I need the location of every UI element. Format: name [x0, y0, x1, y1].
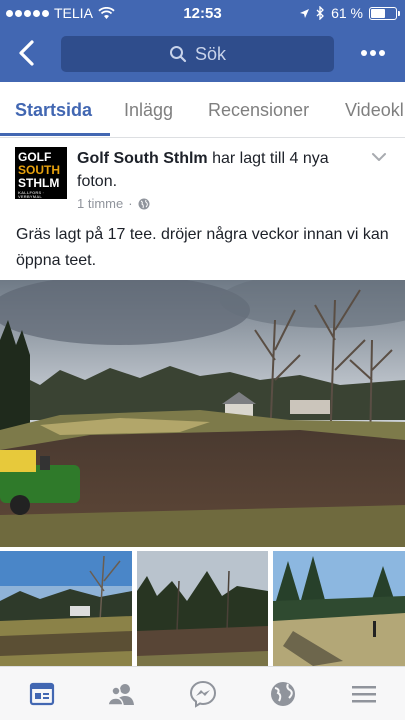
- hamburger-menu-icon: [352, 686, 376, 703]
- nav-menu[interactable]: [349, 679, 379, 709]
- back-arrow-icon: [19, 40, 34, 66]
- post-photo-thumb-2[interactable]: [137, 551, 268, 666]
- bluetooth-icon: [316, 6, 324, 20]
- logo-line-3: STHLM: [18, 176, 60, 190]
- status-right: 61 %: [299, 5, 400, 21]
- location-arrow-icon: [300, 8, 310, 18]
- bottom-tab-bar: [0, 666, 405, 720]
- post-text: Gräs lagt på 17 tee. dröjer några veckor…: [16, 226, 389, 269]
- messenger-icon: [189, 680, 217, 708]
- globe-icon: [271, 682, 295, 706]
- meta-separator: ·: [128, 196, 133, 211]
- more-dot: [361, 50, 367, 56]
- tab-startsida[interactable]: Startsida: [15, 100, 92, 121]
- golf-course-photo: [0, 280, 405, 547]
- search-icon: [169, 46, 187, 63]
- post-time[interactable]: 1 timme: [77, 196, 123, 211]
- status-bar: TELIA 12:53 61 %: [0, 0, 405, 26]
- more-dot: [370, 50, 376, 56]
- page-logo[interactable]: GOLF SOUTH STHLM KALLFORS · VERBYMAL: [15, 147, 67, 199]
- golf-course-photo: [273, 551, 405, 666]
- tab-inlagg[interactable]: Inlägg: [124, 100, 173, 121]
- globe-icon: [138, 198, 150, 209]
- back-button[interactable]: [12, 36, 42, 70]
- tab-recensioner[interactable]: Recensioner: [208, 100, 309, 121]
- post-title: Golf South Sthlm har lagt till 4 nya fot…: [77, 147, 357, 193]
- nav-friends[interactable]: [106, 679, 136, 709]
- post-photo-thumb-1[interactable]: [0, 551, 132, 666]
- tab-videoklipp[interactable]: Videokl: [345, 100, 404, 121]
- post-photo-main[interactable]: [0, 280, 405, 547]
- more-options-button[interactable]: [361, 44, 385, 62]
- logo-line-1: GOLF: [18, 150, 52, 164]
- logo-line-4: KALLFORS · VERBYMAL: [18, 190, 45, 199]
- post-photo-thumb-3[interactable]: [273, 551, 405, 666]
- nav-news-feed[interactable]: [27, 679, 57, 709]
- active-tab-indicator: [0, 133, 110, 136]
- nav-notifications[interactable]: [268, 679, 298, 709]
- post-author-link[interactable]: Golf South Sthlm: [77, 150, 208, 167]
- news-feed-icon: [29, 682, 55, 706]
- post-meta: 1 timme ·: [77, 196, 150, 211]
- search-input[interactable]: Sök: [61, 36, 334, 72]
- battery-icon: [369, 6, 400, 20]
- golf-course-photo: [137, 551, 268, 666]
- more-dot: [379, 50, 385, 56]
- nav-messenger[interactable]: [188, 679, 218, 709]
- chevron-down-icon[interactable]: [371, 151, 387, 163]
- post-header: GOLF SOUTH STHLM KALLFORS · VERBYMAL Gol…: [0, 139, 405, 219]
- page-tabs: Startsida Inlägg Recensioner Videokl: [0, 82, 405, 138]
- logo-line-2: SOUTH: [18, 163, 60, 177]
- friends-icon: [107, 684, 134, 706]
- search-placeholder: Sök: [194, 43, 227, 64]
- app-root: TELIA 12:53 61 % Sök Startsida Inlägg Re…: [0, 0, 405, 720]
- battery-percent: 61 %: [331, 5, 363, 21]
- golf-course-photo: [0, 551, 132, 666]
- top-header: TELIA 12:53 61 % Sök: [0, 0, 405, 82]
- battery-fill: [371, 8, 385, 18]
